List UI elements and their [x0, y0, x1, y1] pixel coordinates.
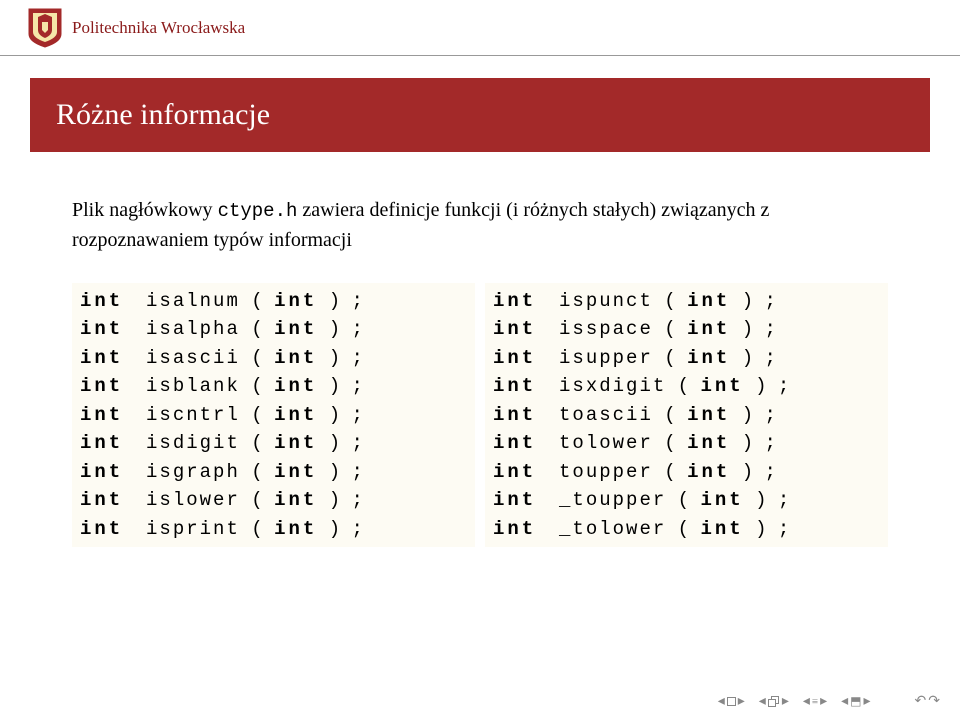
nav-next-icon: ▸ — [820, 693, 827, 710]
nav-frame-group[interactable]: ◂ ▸ — [718, 693, 745, 710]
code-line: int iscntrl ( int ) ; — [72, 401, 475, 430]
code-column-right: int ispunct ( int ) ;int isspace ( int )… — [485, 283, 888, 548]
nav-section-icon: ≡ — [812, 696, 818, 708]
nav-frame-icon — [727, 697, 736, 706]
intro-code: ctype.h — [218, 200, 298, 222]
intro-pre: Plik nagłówkowy — [72, 199, 218, 221]
nav-subsection-icon — [768, 696, 780, 708]
nav-prev-icon: ◂ — [718, 693, 725, 710]
nav-prev-icon: ◂ — [759, 693, 766, 710]
code-line: int tolower ( int ) ; — [485, 429, 888, 458]
code-columns: int isalnum ( int ) ;int isalpha ( int )… — [72, 283, 888, 548]
intro-paragraph: Plik nagłówkowy ctype.h zawiera definicj… — [72, 196, 888, 255]
code-line: int isalpha ( int ) ; — [72, 315, 475, 344]
code-line: int isascii ( int ) ; — [72, 344, 475, 373]
nav-controls: ◂ ▸ ◂ ▸ ◂ ≡ ▸ ◂ ⬒ ▸ ↶ ↷ — [718, 693, 940, 710]
code-line: int isgraph ( int ) ; — [72, 458, 475, 487]
nav-section-group[interactable]: ◂ ≡ ▸ — [803, 693, 827, 710]
slide-title: Różne informacje — [30, 78, 930, 152]
nav-next-icon: ▸ — [864, 693, 871, 710]
code-line: int isblank ( int ) ; — [72, 372, 475, 401]
code-line: int isspace ( int ) ; — [485, 315, 888, 344]
nav-doc-icon: ⬒ — [850, 694, 861, 709]
nav-next-icon: ▸ — [738, 693, 745, 710]
redo-icon: ↷ — [928, 693, 940, 710]
code-line: int _toupper ( int ) ; — [485, 486, 888, 515]
code-line: int toupper ( int ) ; — [485, 458, 888, 487]
code-line: int isdigit ( int ) ; — [72, 429, 475, 458]
header: Politechnika Wrocławska — [0, 0, 960, 56]
code-line: int isprint ( int ) ; — [72, 515, 475, 544]
code-line: int isupper ( int ) ; — [485, 344, 888, 373]
undo-icon: ↶ — [915, 693, 927, 710]
code-line: int isxdigit ( int ) ; — [485, 372, 888, 401]
code-line: int islower ( int ) ; — [72, 486, 475, 515]
nav-refresh-group[interactable]: ↶ ↷ — [915, 693, 940, 710]
code-line: int ispunct ( int ) ; — [485, 287, 888, 316]
code-line: int toascii ( int ) ; — [485, 401, 888, 430]
nav-prev-icon: ◂ — [803, 693, 810, 710]
nav-next-icon: ▸ — [782, 693, 789, 710]
code-line: int isalnum ( int ) ; — [72, 287, 475, 316]
slide-content: Plik nagłówkowy ctype.h zawiera definicj… — [0, 152, 960, 547]
nav-subsection-group[interactable]: ◂ ▸ — [759, 693, 789, 710]
nav-prev-icon: ◂ — [841, 693, 848, 710]
shield-logo-icon — [28, 8, 62, 48]
brand-text: Politechnika Wrocławska — [72, 18, 245, 38]
code-line: int _tolower ( int ) ; — [485, 515, 888, 544]
code-column-left: int isalnum ( int ) ;int isalpha ( int )… — [72, 283, 475, 548]
nav-back-group[interactable]: ◂ ⬒ ▸ — [841, 693, 870, 710]
